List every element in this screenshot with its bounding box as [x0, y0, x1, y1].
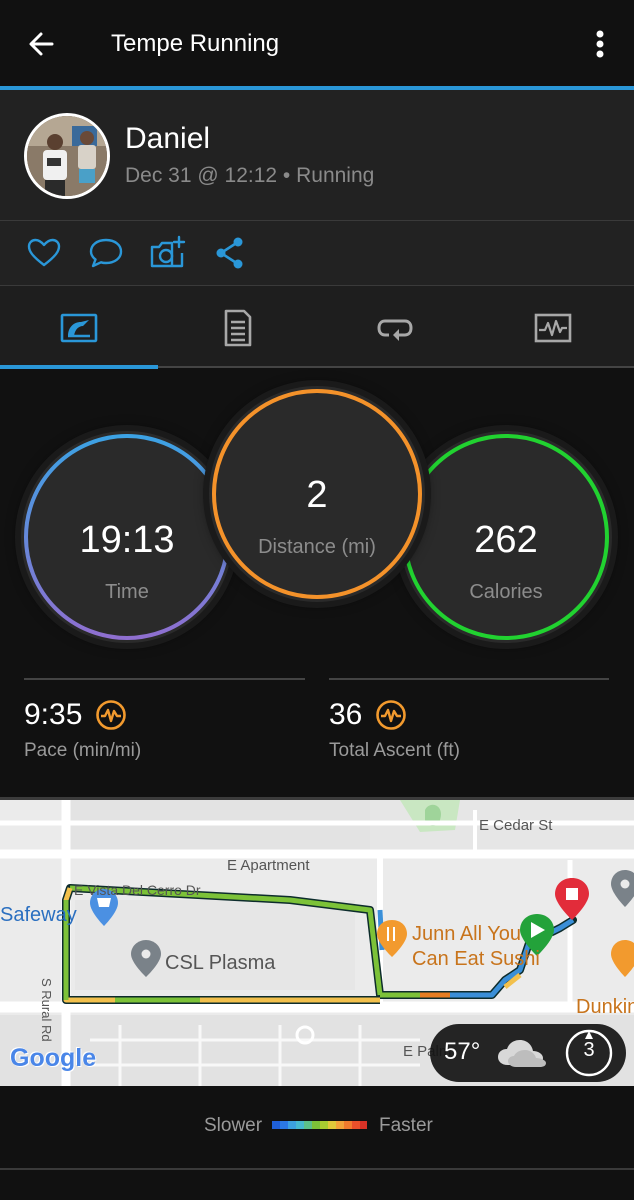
- weather-temperature: 57°: [444, 1038, 481, 1065]
- like-heart-icon[interactable]: [24, 233, 64, 273]
- tab-overview[interactable]: [0, 286, 158, 368]
- weather-badge: 57° 3: [430, 1024, 626, 1082]
- calories-label: Calories: [469, 581, 543, 603]
- place-label-safeway[interactable]: Safeway: [0, 904, 77, 927]
- pace-value: 9:35: [24, 698, 83, 731]
- street-label: E Apartment: [227, 857, 310, 874]
- divider: [329, 678, 609, 680]
- page-title: Tempe Running: [111, 30, 280, 57]
- avatar[interactable]: [24, 113, 110, 199]
- calories-value: 262: [474, 519, 538, 561]
- legend-faster-label: Faster: [379, 1115, 433, 1136]
- back-arrow-icon[interactable]: [22, 24, 62, 64]
- time-label: Time: [105, 581, 149, 603]
- app-bar: Tempe Running: [0, 0, 634, 88]
- divider: [0, 1168, 634, 1170]
- distance-label: Distance (mi): [258, 536, 376, 558]
- google-logo: Google: [10, 1044, 97, 1072]
- pace-legend: Slower Faster: [0, 1086, 634, 1170]
- gauge-icon: [60, 313, 98, 343]
- ascent-label: Total Ascent (ft): [329, 740, 460, 761]
- tab-charts[interactable]: [474, 286, 632, 368]
- document-icon: [224, 309, 252, 347]
- calories-stat-circle: 262 Calories: [400, 431, 612, 643]
- ascent-stat: 36 Total Ascent (ft): [329, 698, 460, 762]
- activity-header: Daniel Dec 31 @ 12:12 • Running: [0, 90, 634, 220]
- street-label: S Rural Rd: [39, 978, 54, 1042]
- comment-icon[interactable]: [86, 233, 126, 273]
- tab-details[interactable]: [158, 286, 316, 368]
- pace-label: Pace (min/mi): [24, 740, 142, 761]
- wind-speed-value: 3: [583, 1039, 595, 1061]
- effort-pulse-icon[interactable]: [95, 699, 127, 731]
- place-label-sushi[interactable]: Junn All You: [412, 923, 521, 946]
- legend-slower-label: Slower: [204, 1115, 263, 1136]
- distance-stat-circle: 2 Distance (mi): [209, 386, 425, 602]
- pace-stat: 9:35 Pace (min/mi): [24, 698, 141, 762]
- action-bar: [0, 221, 634, 285]
- laps-loop-icon: [377, 319, 413, 341]
- divider: [158, 366, 634, 368]
- time-value: 19:13: [79, 519, 175, 561]
- place-label-sushi[interactable]: Can Eat Sushi: [412, 948, 540, 971]
- activity-chart-icon: [534, 313, 572, 343]
- tab-bar: [0, 286, 634, 368]
- place-label-dunkin[interactable]: Dunkin: [576, 996, 634, 1019]
- share-icon[interactable]: [210, 233, 250, 273]
- activity-datetime-type: Dec 31 @ 12:12 • Running: [125, 164, 375, 187]
- place-label-plasma[interactable]: CSL Plasma: [165, 952, 275, 975]
- time-stat-circle: 19:13 Time: [21, 431, 233, 643]
- effort-pulse-icon[interactable]: [375, 699, 407, 731]
- street-label: E Cedar St: [479, 817, 553, 834]
- pace-gradient-scale: [272, 1121, 367, 1129]
- ascent-value: 36: [329, 698, 363, 731]
- user-name[interactable]: Daniel: [125, 122, 210, 156]
- street-label: E Vista Del Cerro Dr: [74, 882, 201, 898]
- distance-value: 2: [306, 474, 328, 516]
- more-options-icon[interactable]: [584, 24, 616, 64]
- tab-laps[interactable]: [316, 286, 474, 368]
- divider: [24, 678, 305, 680]
- cloudy-icon: [498, 1040, 546, 1067]
- add-photo-icon[interactable]: [148, 233, 188, 273]
